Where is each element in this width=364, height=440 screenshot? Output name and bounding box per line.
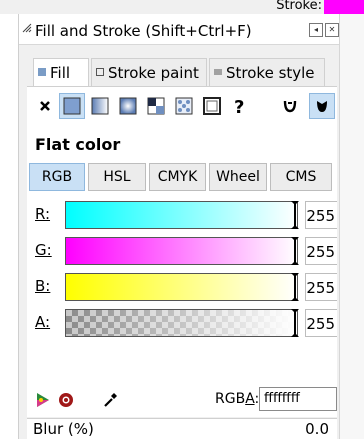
blur-row: Blur (%) 0.0 <box>27 418 337 440</box>
fill-rule-evenodd-icon <box>283 100 297 113</box>
channel-a-label: A: <box>35 313 51 331</box>
fill-and-stroke-panel: Fill and Stroke (Shift+Ctrl+F) ◂ ✕ Fill … <box>18 14 339 440</box>
slider-handle[interactable] <box>291 201 299 229</box>
right-dock-strip <box>339 14 364 439</box>
pattern-icon <box>175 97 193 115</box>
no-paint-button[interactable] <box>33 93 59 119</box>
radial-gradient-button[interactable] <box>115 93 141 119</box>
stroke-color-swatch[interactable] <box>324 0 364 14</box>
stroke-indicator-label: Stroke: <box>276 0 322 13</box>
channel-g-spinbox[interactable]: 255 <box>305 237 337 265</box>
mode-hsl-tab[interactable]: HSL <box>88 163 146 191</box>
section-title: Flat color <box>35 135 121 154</box>
panel-close-button[interactable]: ✕ <box>325 23 339 37</box>
channel-r-spinbox[interactable]: 255 <box>305 201 337 229</box>
out-of-gamut-icon[interactable] <box>57 391 75 409</box>
slider-handle[interactable] <box>291 309 299 337</box>
swatch-button[interactable] <box>199 93 225 119</box>
question-mark-icon: ? <box>234 97 244 118</box>
tab-stroke-paint-label: Stroke paint <box>108 64 199 82</box>
fill-tab-content: ? Flat color RGB HSL CMYK Wheel CMS R: 2… <box>27 86 337 417</box>
stroke-style-tab-icon <box>214 69 222 75</box>
fill-rule-nonzero-button[interactable] <box>309 93 335 119</box>
fill-tab-icon <box>38 68 46 76</box>
rgba-input[interactable]: ffffffff <box>259 387 337 411</box>
mode-rgb-tab[interactable]: RGB <box>29 163 85 191</box>
mode-cms-tab[interactable]: CMS <box>270 163 332 191</box>
stroke-paint-tab-icon <box>96 68 104 76</box>
channel-b-spinbox[interactable]: 255 <box>305 273 337 301</box>
rgba-label-mnemonic: A <box>245 391 255 407</box>
rgba-label: RGBA: <box>215 391 259 407</box>
mode-cmyk-tab[interactable]: CMYK <box>149 163 206 191</box>
channel-g-slider[interactable] <box>65 237 299 265</box>
channel-r-slider[interactable] <box>65 201 299 229</box>
swatch-icon <box>203 97 221 115</box>
channel-a-slider[interactable] <box>65 309 299 337</box>
panel-titlebar: Fill and Stroke (Shift+Ctrl+F) ◂ ✕ <box>19 14 339 45</box>
channel-b-label: B: <box>35 277 51 295</box>
channel-r-label: R: <box>35 205 51 223</box>
radial-gradient-icon <box>119 97 137 115</box>
channel-a-spinbox[interactable]: 255 <box>305 309 337 337</box>
slider-handle[interactable] <box>291 237 299 265</box>
flat-color-icon <box>63 97 81 115</box>
pattern-button[interactable] <box>171 93 197 119</box>
fill-rule-nonzero-icon <box>317 101 327 112</box>
tab-stroke-style-label: Stroke style <box>226 64 315 82</box>
x-icon <box>40 101 50 111</box>
mode-wheel-tab[interactable]: Wheel <box>209 163 267 191</box>
panel-title: Fill and Stroke (Shift+Ctrl+F) <box>35 22 252 40</box>
panel-grip-icon <box>22 23 32 33</box>
linear-gradient-button[interactable] <box>87 93 113 119</box>
panel-iconify-button[interactable]: ◂ <box>309 23 323 37</box>
channel-g-label: G: <box>35 241 52 259</box>
tab-fill-label: Fill <box>50 64 71 82</box>
mesh-gradient-button[interactable] <box>143 93 169 119</box>
blur-label: Blur (%) <box>33 420 94 438</box>
blur-value[interactable]: 0.0 <box>305 420 329 438</box>
flat-color-button[interactable] <box>59 93 85 119</box>
rgba-label-prefix: RGB <box>215 391 246 407</box>
fill-rule-evenodd-button[interactable] <box>277 93 303 119</box>
slider-handle[interactable] <box>291 273 299 301</box>
channel-b-slider[interactable] <box>65 273 299 301</box>
top-strip: Stroke: <box>0 0 364 14</box>
linear-gradient-icon <box>91 97 109 115</box>
eyedropper-icon[interactable] <box>101 391 119 409</box>
tab-stroke-style[interactable]: Stroke style <box>209 58 325 86</box>
svg-text:?: ? <box>234 97 244 118</box>
unset-paint-button[interactable]: ? <box>227 93 253 119</box>
color-managed-icon[interactable] <box>35 391 53 409</box>
mesh-gradient-icon <box>147 97 165 115</box>
tab-stroke-paint[interactable]: Stroke paint <box>91 58 207 86</box>
tab-fill[interactable]: Fill <box>33 58 89 88</box>
